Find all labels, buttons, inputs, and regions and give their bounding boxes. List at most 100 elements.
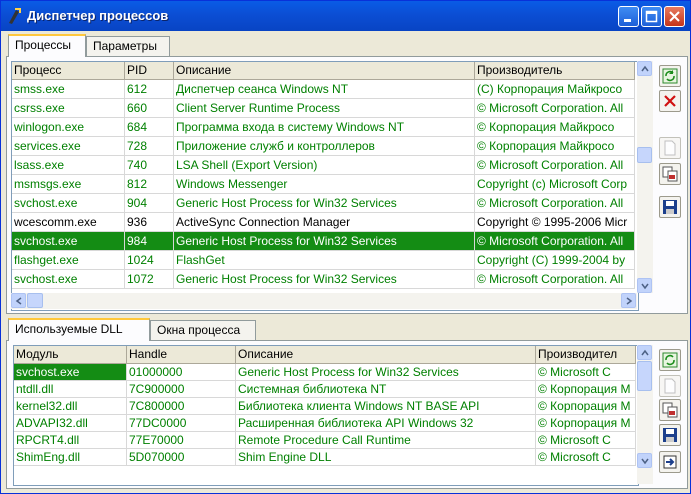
- tab-process-windows[interactable]: Окна процесса: [150, 320, 256, 340]
- table-row[interactable]: flashget.exe 1024 FlashGet Copyright (C) 19…: [12, 251, 635, 270]
- table-cell: Generic Host Process for Win32 Services: [174, 270, 475, 288]
- table-cell: 740: [125, 156, 174, 174]
- table-cell: 812: [125, 175, 174, 193]
- process-list-vscroll[interactable]: [637, 61, 653, 293]
- table-row[interactable]: RPCRT4.dll 77E70000 Remote Procedure Call …: [14, 432, 636, 449]
- top-tab-strip: Процессы Параметры: [6, 34, 306, 58]
- table-cell: © Корпорация М: [536, 398, 636, 414]
- table-row[interactable]: lsass.exe 740 LSA Shell (Export Version) © …: [12, 156, 635, 175]
- table-cell: 7C900000: [127, 381, 236, 397]
- table-cell: ntdll.dll: [14, 381, 127, 397]
- table-cell: Generic Host Process for Win32 Services: [174, 232, 475, 250]
- table-cell: 5D070000: [127, 449, 236, 465]
- refresh-button[interactable]: [659, 65, 681, 87]
- dll-scroll-down-button[interactable]: [637, 453, 652, 468]
- table-cell: 1024: [125, 251, 174, 269]
- table-cell: Client Server Runtime Process: [174, 99, 475, 117]
- table-cell: Windows Messenger: [174, 175, 475, 193]
- properties-button[interactable]: [659, 137, 681, 159]
- scroll-thumb[interactable]: [637, 147, 652, 163]
- table-cell: 01000000: [127, 364, 236, 380]
- table-cell: © Корпорация М: [536, 381, 636, 397]
- chevron-left-icon: [15, 297, 22, 305]
- table-cell: © Microsoft Corporation. All: [475, 270, 635, 288]
- table-row[interactable]: ntdll.dll 7C900000 Системная библиотека NT…: [14, 381, 636, 398]
- dll-properties-button[interactable]: [659, 375, 681, 397]
- table-cell: svchost.exe: [14, 364, 127, 380]
- dll-panel: Модуль Handle Описание Производител svch…: [6, 340, 688, 489]
- table-cell: 904: [125, 194, 174, 212]
- column-header-description[interactable]: Описание: [174, 62, 475, 79]
- table-cell: Copyright (c) Microsoft Corp: [475, 175, 635, 193]
- process-rows: smss.exe 612 Диспетчер сеанса Windows NT (C…: [12, 80, 635, 289]
- tab-used-dll[interactable]: Используемые DLL: [8, 318, 150, 341]
- process-list[interactable]: Процесс PID Описание Производитель smss.…: [11, 61, 639, 311]
- table-row[interactable]: ADVAPI32.dll 77DC0000 Расширенная библиоте…: [14, 415, 636, 432]
- table-cell: Generic Host Process for Win32 Services: [174, 194, 475, 212]
- table-row[interactable]: kernel32.dll 7C800000 Библиотека клиента W…: [14, 398, 636, 415]
- table-cell: 728: [125, 137, 174, 155]
- column-header-module[interactable]: Модуль: [14, 346, 127, 363]
- copy-icon: [662, 166, 678, 182]
- column-header-dll-vendor[interactable]: Производител: [536, 346, 636, 363]
- dll-list-vscroll[interactable]: [637, 345, 653, 484]
- minimize-button[interactable]: [618, 6, 639, 27]
- terminate-button[interactable]: [659, 90, 681, 112]
- tab-parameters[interactable]: Параметры: [86, 36, 170, 56]
- column-header-dll-description[interactable]: Описание: [236, 346, 536, 363]
- table-row[interactable]: csrss.exe 660 Client Server Runtime Proces…: [12, 99, 635, 118]
- scroll-up-button[interactable]: [637, 61, 652, 76]
- table-row[interactable]: wcescomm.exe 936 ActiveSync Connection Man…: [12, 213, 635, 232]
- process-list-hscroll[interactable]: [11, 293, 637, 309]
- scroll-left-button[interactable]: [11, 293, 26, 308]
- dll-refresh-button[interactable]: [659, 349, 681, 371]
- title-bar[interactable]: Диспетчер процессов: [1, 1, 690, 31]
- table-row[interactable]: svchost.exe 904 Generic Host Process for W…: [12, 194, 635, 213]
- dll-list[interactable]: Модуль Handle Описание Производител svch…: [13, 345, 639, 486]
- table-cell: © Microsoft C: [536, 432, 636, 448]
- tab-processes[interactable]: Процессы: [8, 34, 86, 57]
- table-cell: Системная библиотека NT: [236, 381, 536, 397]
- table-cell: Расширенная библиотека API Windows 32: [236, 415, 536, 431]
- table-cell: Copyright (C) 1999-2004 by: [475, 251, 635, 269]
- chevron-right-icon: [626, 297, 633, 305]
- table-cell: FlashGet: [174, 251, 475, 269]
- table-cell: © Microsoft C: [536, 364, 636, 380]
- table-row[interactable]: winlogon.exe 684 Программа входа в систему…: [12, 118, 635, 137]
- maximize-button[interactable]: [641, 6, 662, 27]
- column-header-process[interactable]: Процесс: [12, 62, 125, 79]
- exit-button[interactable]: [659, 451, 681, 473]
- table-row[interactable]: services.exe 728 Приложение служб и контро…: [12, 137, 635, 156]
- table-cell: ShimEng.dll: [14, 449, 127, 465]
- table-row[interactable]: svchost.exe 01000000 Generic Host Process …: [14, 364, 636, 381]
- table-cell: © Корпорация Майкросо: [475, 137, 635, 155]
- table-row[interactable]: svchost.exe 984 Generic Host Process for W…: [12, 232, 635, 251]
- chevron-up-icon: [641, 65, 649, 72]
- dll-copy-button[interactable]: [659, 399, 681, 421]
- scroll-down-button[interactable]: [637, 278, 652, 293]
- close-button[interactable]: [664, 6, 685, 27]
- dll-scroll-thumb[interactable]: [637, 361, 652, 391]
- process-manager-window: Диспетчер процессов Процессы Параметры П…: [0, 0, 691, 494]
- column-header-pid[interactable]: PID: [125, 62, 174, 79]
- app-icon: [9, 8, 21, 24]
- table-cell: LSA Shell (Export Version): [174, 156, 475, 174]
- copy-button[interactable]: [659, 163, 681, 185]
- column-header-vendor[interactable]: Производитель: [475, 62, 635, 79]
- hscroll-thumb[interactable]: [27, 293, 43, 308]
- save-button[interactable]: [659, 196, 681, 218]
- table-row[interactable]: svchost.exe 1072 Generic Host Process for …: [12, 270, 635, 289]
- maximize-icon: [645, 10, 658, 23]
- table-row[interactable]: ShimEng.dll 5D070000 Shim Engine DLL © Micr…: [14, 449, 636, 466]
- table-cell: svchost.exe: [12, 194, 125, 212]
- table-cell: Программа входа в систему Windows NT: [174, 118, 475, 136]
- table-row[interactable]: msmsgs.exe 812 Windows Messenger Copyright …: [12, 175, 635, 194]
- column-header-handle[interactable]: Handle: [127, 346, 236, 363]
- table-cell: csrss.exe: [12, 99, 125, 117]
- table-row[interactable]: smss.exe 612 Диспетчер сеанса Windows NT (C…: [12, 80, 635, 99]
- table-cell: 77DC0000: [127, 415, 236, 431]
- dll-save-button[interactable]: [659, 424, 681, 446]
- minimize-icon: [624, 19, 631, 22]
- scroll-right-button[interactable]: [621, 293, 636, 308]
- dll-scroll-up-button[interactable]: [637, 345, 652, 360]
